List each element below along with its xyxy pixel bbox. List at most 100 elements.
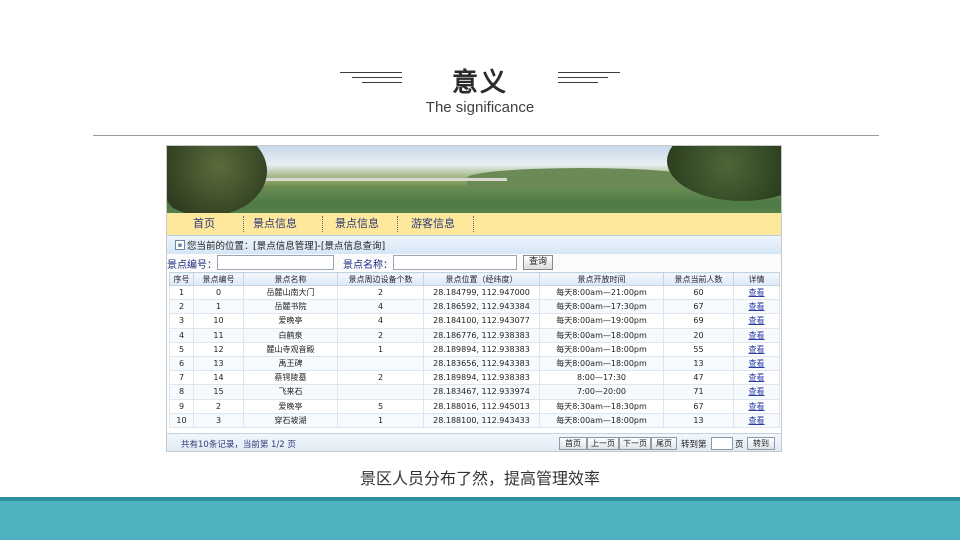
table-cell: 28.188016, 112.945013 [423, 398, 540, 414]
table-cell: 15 [193, 384, 244, 400]
table-cell: 3 [169, 313, 194, 329]
pagination-bar: 共有10条记录，当前第 1/2 页 首页 上一页 下一页 尾页 转到第 页 转到 [167, 433, 781, 451]
table-cell: 飞来石 [243, 384, 338, 400]
table-cell: 9 [169, 398, 194, 414]
scenic-id-input[interactable] [217, 255, 334, 270]
column-header: 景点编号 [193, 272, 244, 286]
table-cell: 28.183467, 112.933974 [423, 384, 540, 400]
next-page-button[interactable]: 下一页 [619, 437, 651, 450]
table-cell: 10 [169, 412, 194, 428]
table-row: 9 2 爱晚亭 5 28.188016, 112.945013 每天8:30am—18:3… [169, 398, 780, 414]
table-cell: 0 [193, 284, 244, 301]
search-row: 景点编号： 景点名称： 查询 [167, 254, 781, 271]
table-cell: 60 [663, 284, 734, 301]
table-cell: 28.188100, 112.943433 [423, 412, 540, 428]
table-row: 3 10 爱晚亭 4 28.184100, 112.943077 每天8:00am—19:… [169, 313, 780, 329]
table-header-row: 序号 景点编号 景点名称 景点周边设备个数 景点位置（经纬度） 景点开放时间 景… [169, 272, 780, 286]
first-page-button[interactable]: 首页 [559, 437, 587, 450]
nav-item-visitor-info[interactable]: 游客信息 [411, 216, 455, 232]
table-cell: 6 [169, 355, 194, 372]
table-cell: 28.189894, 112.938383 [423, 370, 540, 386]
column-header: 景点当前人数 [663, 272, 734, 286]
table-cell: 岳麓书院 [243, 299, 338, 315]
table-cell: 20 [663, 327, 734, 343]
table-cell: 2 [193, 398, 244, 414]
column-header: 景点位置（经纬度） [423, 272, 540, 286]
table-row: 4 11 白鹤泉 2 28.186776, 112.938383 每天8:00am—18:… [169, 327, 780, 343]
table-cell: 爱晚亭 [243, 398, 338, 414]
view-details-link[interactable]: 查看 [733, 341, 780, 357]
table-cell: 28.183656, 112.943383 [423, 355, 540, 372]
table-cell: 岳麓山南大门 [243, 284, 338, 301]
table-cell: 每天8:00am—21:00pm [539, 284, 664, 301]
view-details-link[interactable]: 查看 [733, 284, 780, 301]
table-cell: 28.184100, 112.943077 [423, 313, 540, 329]
location-bar: ▪ 您当前的位置： [景点信息管理]-[景点信息查询] [167, 235, 781, 254]
view-details-link[interactable]: 查看 [733, 398, 780, 414]
view-details-link[interactable]: 查看 [733, 355, 780, 372]
table-row: 7 14 蔡锷陵墓 2 28.189894, 112.938383 8:00—17:30 4… [169, 370, 780, 386]
table-cell: 1 [169, 284, 194, 301]
scenic-table: 序号 景点编号 景点名称 景点周边设备个数 景点位置（经纬度） 景点开放时间 景… [169, 272, 780, 428]
table-cell: 穿石坡湖 [243, 412, 338, 428]
table-cell: 14 [193, 370, 244, 386]
view-details-link[interactable]: 查看 [733, 313, 780, 329]
table-cell: 13 [663, 355, 734, 372]
table-cell: 1 [337, 341, 424, 357]
page-unit-label: 页 [735, 440, 744, 450]
goto-page-button[interactable]: 转到 [747, 437, 775, 450]
table-cell: 1 [337, 412, 424, 428]
table-cell: 每天8:00am—18:00pm [539, 341, 664, 357]
table-cell: 2 [337, 370, 424, 386]
prev-page-button[interactable]: 上一页 [587, 437, 619, 450]
table-cell: 55 [663, 341, 734, 357]
table-cell: 1 [193, 299, 244, 315]
pagination-info: 共有10条记录，当前第 1/2 页 [181, 440, 296, 450]
table-cell: 28.186592, 112.943384 [423, 299, 540, 315]
table-row: 8 15 飞来石 28.183467, 112.933974 7:00—20:00 71 查… [169, 384, 780, 400]
nav-item-home[interactable]: 首页 [193, 216, 215, 232]
slide-title: 意义 [451, 68, 508, 98]
table-cell: 蔡锷陵墓 [243, 370, 338, 386]
view-details-link[interactable]: 查看 [733, 370, 780, 386]
table-cell: 10 [193, 313, 244, 329]
table-cell: 47 [663, 370, 734, 386]
location-icon: ▪ [175, 240, 185, 250]
table-cell: 麓山寺观音殿 [243, 341, 338, 357]
table-cell: 4 [337, 313, 424, 329]
column-header: 序号 [169, 272, 194, 286]
location-label: 您当前的位置： [187, 241, 254, 252]
search-button[interactable]: 查询 [523, 255, 553, 270]
view-details-link[interactable]: 查看 [733, 299, 780, 315]
table-row: 1 0 岳麓山南大门 2 28.184799, 112.947000 每天8:00am—2… [169, 284, 780, 301]
table-cell: 12 [193, 341, 244, 357]
nav-item-scenic-info[interactable]: 景点信息 [335, 216, 379, 232]
table-row: 6 13 禹王碑 28.183656, 112.943383 每天8:00am—18:0… [169, 355, 780, 372]
table-cell: 8:00—17:30 [539, 370, 664, 386]
title-decoration-right [558, 72, 620, 86]
nav-item-device-info[interactable]: 景点信息 [253, 216, 297, 232]
last-page-button[interactable]: 尾页 [651, 437, 677, 450]
table-cell: 每天8:00am—18:00pm [539, 355, 664, 372]
table-cell: 8 [169, 384, 194, 400]
column-header: 景点周边设备个数 [337, 272, 424, 286]
view-details-link[interactable]: 查看 [733, 412, 780, 428]
table-cell: 67 [663, 398, 734, 414]
goto-page-input[interactable] [711, 437, 733, 450]
table-cell: 2 [337, 327, 424, 343]
table-row: 2 1 岳麓书院 4 28.186592, 112.943384 每天8:00am—17:… [169, 299, 780, 315]
table-cell: 7:00—20:00 [539, 384, 664, 400]
view-details-link[interactable]: 查看 [733, 327, 780, 343]
scenic-name-input[interactable] [393, 255, 517, 270]
table-cell: 每天8:00am—18:00pm [539, 327, 664, 343]
footer-accent-line [0, 497, 960, 501]
table-cell: 13 [663, 412, 734, 428]
footer-band [0, 497, 960, 540]
table-row: 10 3 穿石坡湖 1 28.188100, 112.943433 每天8:00am—18… [169, 412, 780, 428]
table-cell [337, 384, 424, 400]
table-cell: 每天8:30am—18:30pm [539, 398, 664, 414]
table-cell: 67 [663, 299, 734, 315]
view-details-link[interactable]: 查看 [733, 384, 780, 400]
location-path: [景点信息管理]-[景点信息查询] [253, 241, 386, 252]
table-cell: 69 [663, 313, 734, 329]
